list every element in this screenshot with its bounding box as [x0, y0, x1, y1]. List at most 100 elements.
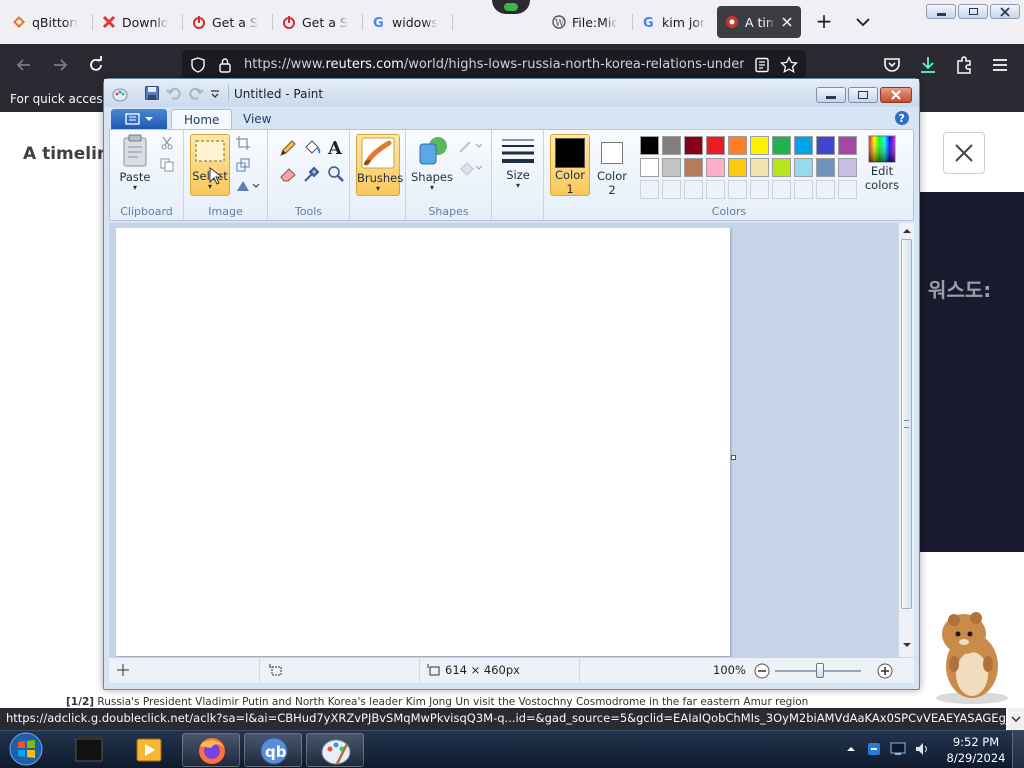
- app-menu-icon[interactable]: [990, 55, 1010, 75]
- paste-button[interactable]: Paste ▾: [116, 134, 154, 196]
- minimize-window-button[interactable]: [926, 4, 956, 19]
- custom-color-slot[interactable]: [794, 180, 813, 199]
- paint-file-menu-button[interactable]: [111, 109, 167, 129]
- url-bar[interactable]: https://www.reuters.com/world/highs-lows…: [182, 50, 806, 80]
- crop-icon[interactable]: [236, 136, 250, 150]
- tab-a-timeline-active[interactable]: A tim: [717, 6, 801, 38]
- palette-swatch[interactable]: [838, 158, 857, 177]
- fill-icon[interactable]: [458, 160, 484, 176]
- custom-color-slot[interactable]: [662, 180, 681, 199]
- tracking-shield-icon[interactable]: [190, 57, 206, 73]
- palette-swatch[interactable]: [816, 136, 835, 155]
- show-hidden-icons-arrow[interactable]: [846, 744, 856, 754]
- help-icon[interactable]: ?: [894, 110, 910, 126]
- copy-icon[interactable]: [160, 158, 174, 172]
- color2-button[interactable]: Color 2: [592, 134, 632, 197]
- extensions-icon[interactable]: [954, 55, 974, 75]
- palette-swatch[interactable]: [772, 158, 791, 177]
- paint-app-icon[interactable]: [112, 86, 128, 102]
- undo-icon[interactable]: [166, 85, 182, 101]
- terminal-app[interactable]: [60, 733, 118, 767]
- reader-view-icon[interactable]: [754, 57, 770, 73]
- cut-icon[interactable]: [160, 136, 174, 150]
- pencil-icon[interactable]: [278, 138, 298, 158]
- palette-swatch[interactable]: [794, 136, 813, 155]
- reload-icon[interactable]: [86, 55, 106, 75]
- color1-button[interactable]: Color 1: [550, 134, 590, 196]
- close-tab-icon[interactable]: [781, 16, 793, 28]
- restore-window-button[interactable]: [958, 4, 988, 19]
- paint-title-bar[interactable]: Untitled - Paint: [104, 79, 919, 107]
- gallery-close-button[interactable]: [943, 132, 985, 174]
- palette-swatch[interactable]: [728, 136, 747, 155]
- palette-swatch[interactable]: [838, 136, 857, 155]
- pocket-icon[interactable]: [882, 55, 902, 75]
- canvas-resize-handle[interactable]: [731, 455, 736, 460]
- back-icon[interactable]: [14, 55, 34, 75]
- paint-minimize-button[interactable]: [816, 87, 846, 103]
- palette-swatch[interactable]: [662, 136, 681, 155]
- tab-widows[interactable]: G widows: [364, 6, 450, 38]
- volume-icon[interactable]: [914, 741, 930, 757]
- scroll-down-arrow[interactable]: [902, 641, 912, 649]
- palette-swatch[interactable]: [816, 158, 835, 177]
- select-button[interactable]: Select ▾: [190, 134, 230, 196]
- lock-icon[interactable]: [218, 57, 232, 73]
- start-orb[interactable]: [4, 731, 48, 768]
- brushes-button[interactable]: Brushes ▾: [356, 134, 403, 196]
- paint-maximize-button[interactable]: [848, 87, 878, 103]
- palette-swatch[interactable]: [640, 136, 659, 155]
- tab-get-a-sys-1[interactable]: Get a Sy: [184, 6, 270, 38]
- palette-swatch[interactable]: [640, 158, 659, 177]
- resize-icon[interactable]: [236, 158, 250, 172]
- scroll-up-arrow[interactable]: [902, 227, 912, 235]
- close-window-button[interactable]: [990, 4, 1020, 19]
- outline-icon[interactable]: [458, 138, 484, 154]
- media-player-app[interactable]: [120, 733, 178, 767]
- eraser-icon[interactable]: [278, 164, 298, 184]
- firefox-app[interactable]: [182, 733, 240, 767]
- customize-qat-icon[interactable]: [210, 89, 220, 99]
- fill-bucket-icon[interactable]: [302, 138, 322, 158]
- tab-view[interactable]: View: [231, 109, 283, 129]
- palette-swatch[interactable]: [662, 158, 681, 177]
- palette-swatch[interactable]: [684, 158, 703, 177]
- custom-color-slot[interactable]: [684, 180, 703, 199]
- qbittorrent-app[interactable]: qb: [244, 733, 302, 767]
- custom-color-slot[interactable]: [640, 180, 659, 199]
- custom-color-slot[interactable]: [772, 180, 791, 199]
- text-tool-icon[interactable]: A: [326, 137, 346, 157]
- page-scroll-down-arrow[interactable]: [1008, 708, 1024, 730]
- custom-color-slot[interactable]: [750, 180, 769, 199]
- downloads-icon[interactable]: [918, 55, 938, 75]
- taskbar-clock[interactable]: 9:52 PM 8/29/2024: [946, 734, 1006, 766]
- show-desktop-button[interactable]: [1012, 731, 1024, 768]
- tab-kim-jong[interactable]: G kim jong: [634, 6, 714, 38]
- forward-icon[interactable]: [50, 55, 70, 75]
- tab-qbittorrent[interactable]: qBittorre: [4, 6, 90, 38]
- palette-swatch[interactable]: [750, 136, 769, 155]
- rotate-icon[interactable]: [236, 178, 260, 192]
- custom-color-slot[interactable]: [838, 180, 857, 199]
- magnifier-icon[interactable]: [326, 164, 346, 184]
- save-icon[interactable]: [144, 85, 160, 101]
- tab-get-a-sys-2[interactable]: Get a Sy: [274, 6, 360, 38]
- palette-swatch[interactable]: [684, 136, 703, 155]
- color-picker-icon[interactable]: [302, 164, 322, 184]
- custom-color-slot[interactable]: [728, 180, 747, 199]
- canvas-vertical-scrollbar[interactable]: [898, 223, 914, 657]
- palette-swatch[interactable]: [750, 158, 769, 177]
- network-icon[interactable]: [890, 741, 906, 757]
- zoom-out-button[interactable]: [754, 663, 770, 679]
- zoom-slider-thumb[interactable]: [816, 663, 824, 678]
- size-button[interactable]: Size ▾: [498, 134, 538, 196]
- custom-color-slot[interactable]: [816, 180, 835, 199]
- palette-swatch[interactable]: [706, 136, 725, 155]
- drawing-canvas[interactable]: [116, 228, 730, 656]
- palette-swatch[interactable]: [794, 158, 813, 177]
- url-text[interactable]: https://www.reuters.com/world/highs-lows…: [244, 57, 744, 72]
- shapes-button[interactable]: Shapes ▾: [410, 134, 454, 196]
- tab-home[interactable]: Home: [171, 109, 233, 129]
- palette-swatch[interactable]: [728, 158, 747, 177]
- palette-swatch[interactable]: [772, 136, 791, 155]
